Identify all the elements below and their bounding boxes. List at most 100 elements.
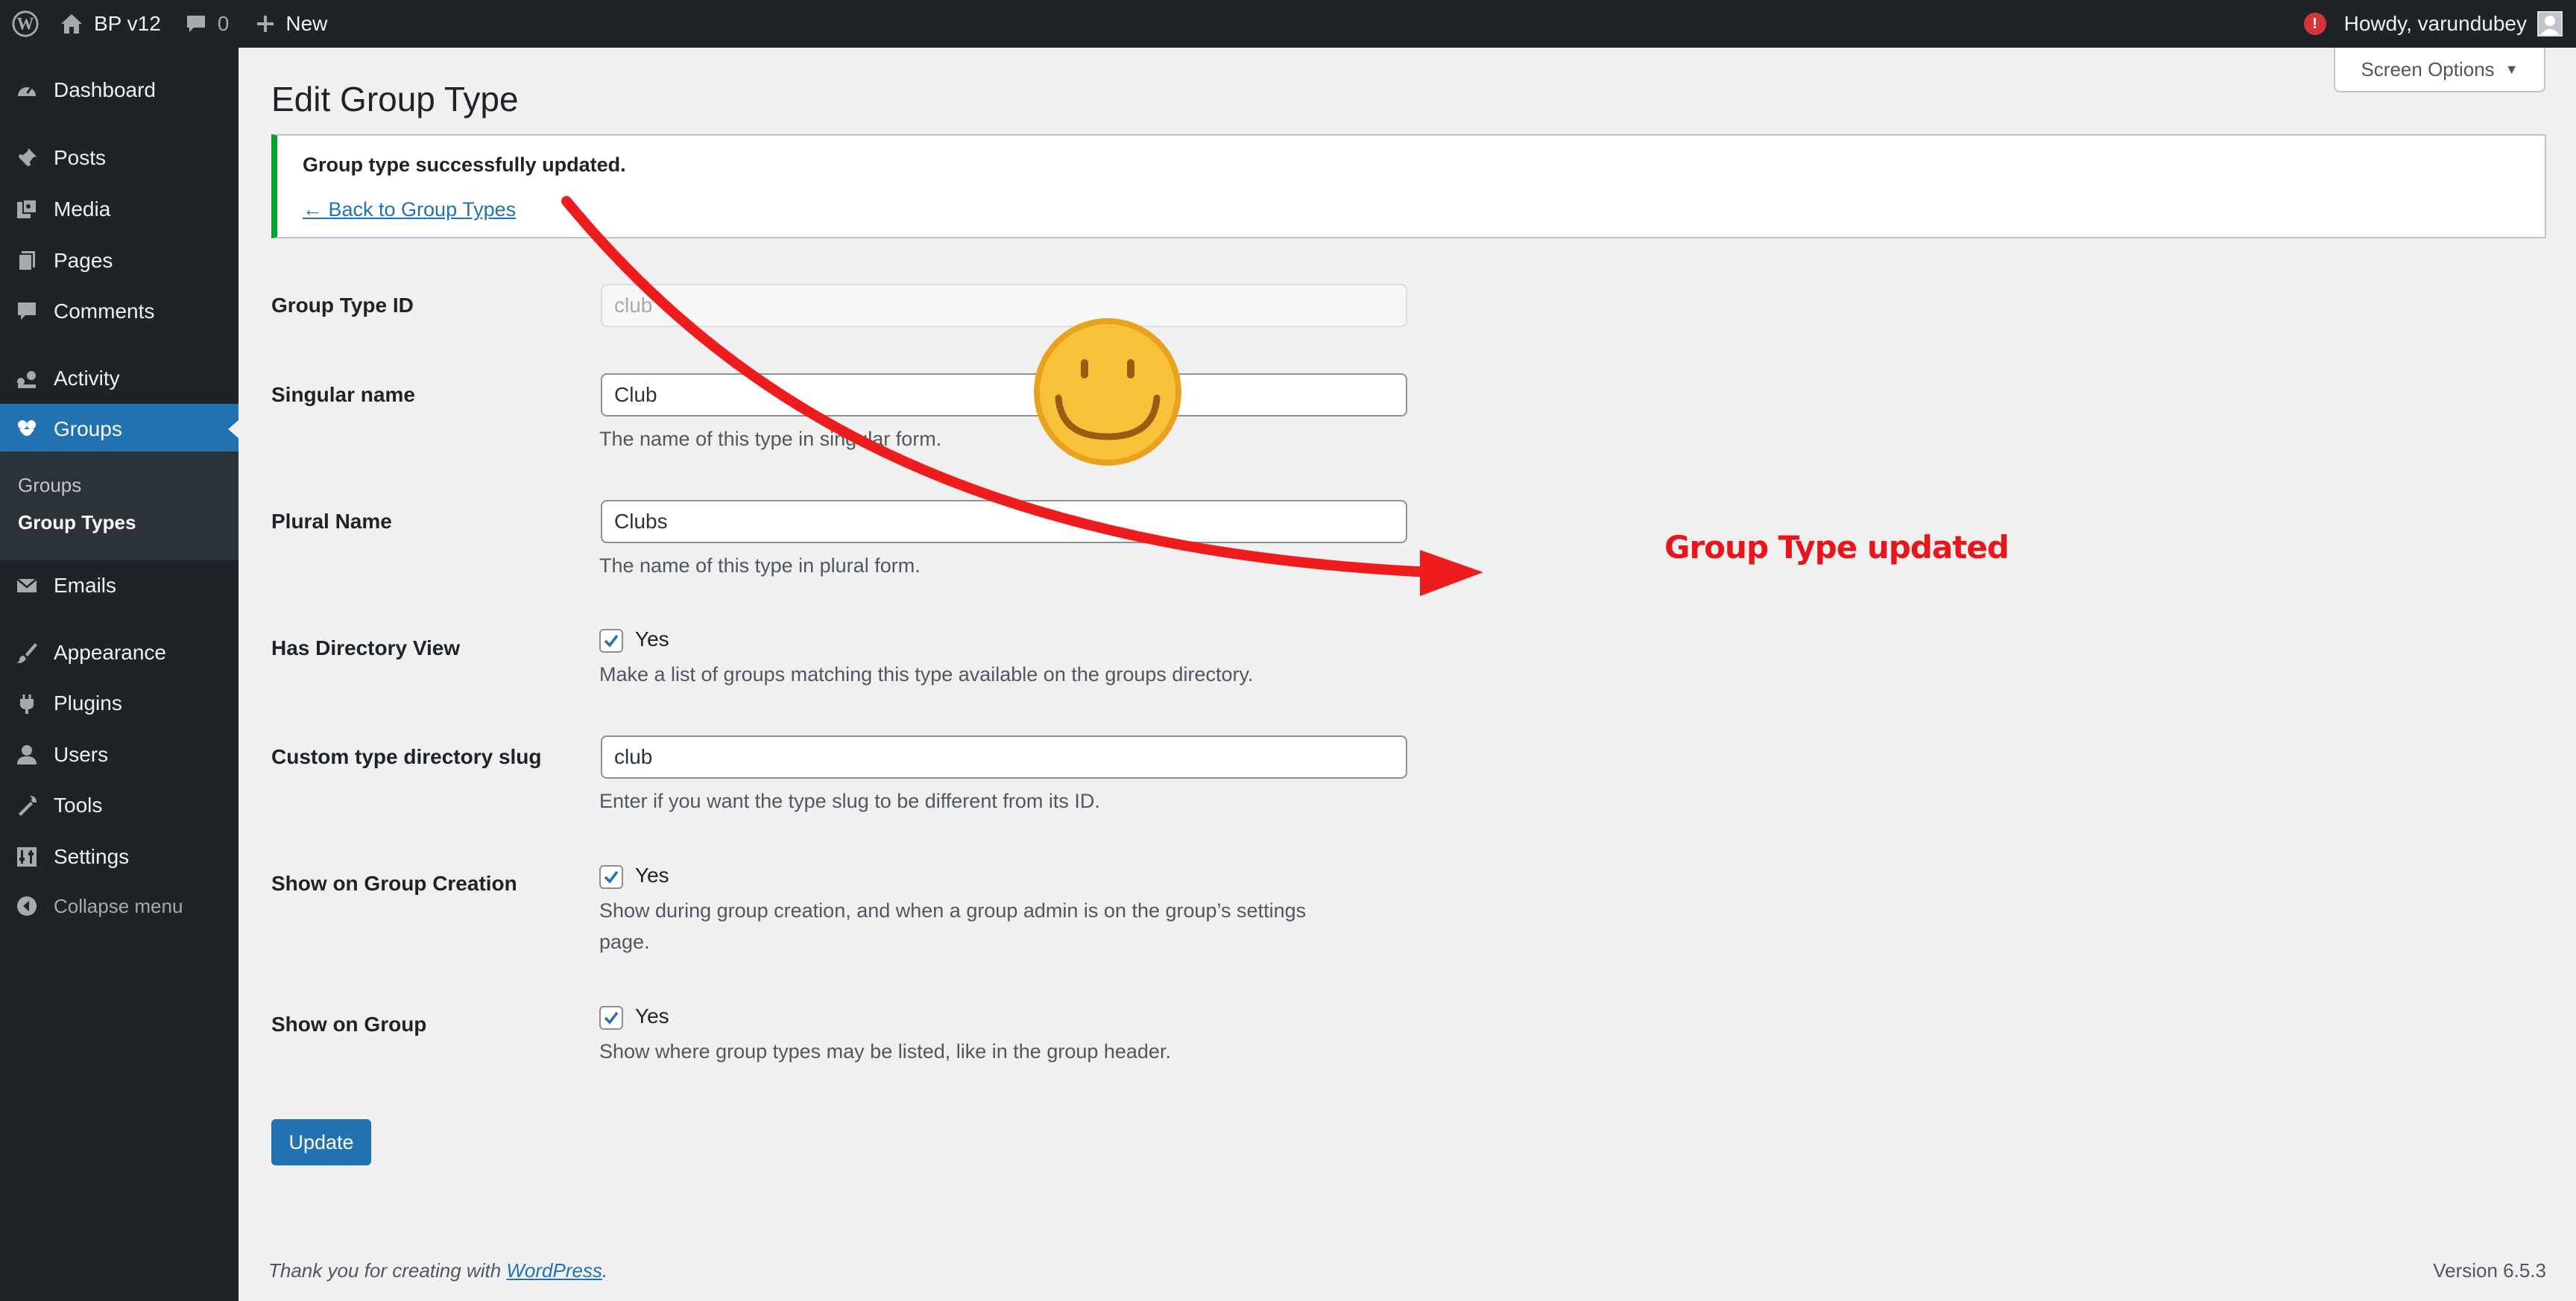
directory-slug-label: Custom type directory slug: [271, 745, 542, 768]
groups-submenu: Groups Group Types: [0, 452, 239, 560]
admin-sidebar: Dashboard Posts Media Pages Comments Act…: [0, 48, 239, 1301]
checkmark-icon: [604, 1011, 619, 1025]
smiley-face-icon: [1034, 318, 1181, 466]
group-type-id-label: Group Type ID: [271, 294, 414, 317]
checkmark-icon: [604, 634, 619, 648]
caret-down-icon: ▼: [2504, 61, 2519, 77]
menu-item-tools[interactable]: Tools: [0, 780, 239, 831]
wordpress-logo-menu[interactable]: W: [0, 0, 51, 48]
directory-slug-description: Enter if you want the type slug to be di…: [599, 790, 1100, 812]
menu-label: Tools: [54, 794, 103, 817]
groups-icon: [13, 416, 40, 443]
footer-version: Version 6.5.3: [2433, 1259, 2546, 1282]
comment-bubble-icon: [185, 13, 207, 34]
new-content-menu[interactable]: New: [256, 0, 327, 48]
submenu-item-groups[interactable]: Groups: [18, 474, 81, 497]
plural-name-description: The name of this type in plural form.: [599, 554, 921, 577]
show-on-group-yes-label[interactable]: Yes: [635, 1004, 669, 1028]
user-icon: [13, 741, 40, 768]
settings-icon: [13, 843, 40, 870]
show-on-group-checkbox[interactable]: [599, 1006, 623, 1030]
menu-item-groups[interactable]: Groups: [0, 404, 239, 455]
notice-message: Group type successfully updated.: [303, 153, 626, 176]
wordpress-link[interactable]: WordPress: [506, 1259, 602, 1282]
show-on-creation-description-line2: page.: [599, 931, 650, 953]
screen-options-button[interactable]: Screen Options ▼: [2334, 48, 2545, 92]
menu-label: Posts: [54, 146, 107, 169]
footer-thanks-prefix: Thank you for creating with: [268, 1259, 507, 1282]
singular-name-field[interactable]: [601, 373, 1407, 417]
paintbrush-icon: [13, 639, 40, 666]
page-title: Edit Group Type: [271, 80, 519, 118]
plural-name-label: Plural Name: [271, 510, 392, 533]
update-button[interactable]: Update: [271, 1119, 371, 1165]
has-directory-view-description: Make a list of groups matching this type…: [599, 663, 1254, 686]
menu-item-plugins[interactable]: Plugins: [0, 678, 239, 729]
menu-item-settings[interactable]: Settings: [0, 832, 239, 882]
menu-item-posts[interactable]: Posts: [0, 133, 239, 183]
singular-name-description: The name of this type in singular form.: [599, 428, 942, 450]
singular-name-label: Singular name: [271, 383, 415, 406]
menu-label: Users: [54, 743, 109, 766]
checkmark-icon: [604, 870, 619, 884]
menu-label: Groups: [54, 417, 122, 440]
show-on-creation-checkbox[interactable]: [599, 865, 623, 889]
menu-item-users[interactable]: Users: [0, 729, 239, 780]
new-label: New: [285, 12, 328, 35]
menu-label: Comments: [54, 300, 155, 323]
activity-icon: [13, 365, 40, 392]
menu-item-dashboard[interactable]: Dashboard: [0, 65, 239, 115]
show-on-creation-description-line1: Show during group creation, and when a g…: [599, 899, 1307, 922]
menu-item-appearance[interactable]: Appearance: [0, 627, 239, 678]
menu-label: Appearance: [54, 641, 167, 664]
directory-slug-field[interactable]: [601, 735, 1407, 779]
show-on-creation-label: Show on Group Creation: [271, 872, 517, 895]
menu-item-media[interactable]: Media: [0, 184, 239, 235]
comments-menu[interactable]: 0: [185, 0, 230, 48]
has-directory-view-yes-label[interactable]: Yes: [635, 627, 669, 651]
pushpin-icon: [13, 145, 40, 171]
menu-item-emails[interactable]: Emails: [0, 560, 239, 611]
comment-icon: [13, 298, 40, 325]
menu-label: Plugins: [54, 691, 122, 715]
menu-label: Emails: [54, 574, 117, 597]
wrench-icon: [13, 792, 40, 819]
has-directory-view-checkbox[interactable]: [599, 629, 623, 653]
plugin-icon: [13, 690, 40, 717]
collapse-menu-button[interactable]: Collapse menu: [0, 881, 239, 931]
wordpress-logo-icon: W: [11, 10, 40, 38]
plural-name-field[interactable]: [601, 500, 1407, 543]
home-icon: [60, 13, 83, 35]
group-type-id-field: [601, 284, 1407, 327]
menu-label: Pages: [54, 249, 113, 272]
footer-thanks-suffix: .: [602, 1259, 608, 1282]
show-on-group-label: Show on Group: [271, 1013, 427, 1036]
annotation-label: Group Type updated: [1664, 529, 2010, 566]
svg-text:W: W: [17, 15, 34, 34]
alert-icon[interactable]: !: [2303, 13, 2326, 35]
success-notice: Group type successfully updated. ← Back …: [271, 134, 2546, 238]
comment-count: 0: [217, 12, 230, 35]
menu-item-pages[interactable]: Pages: [0, 235, 239, 286]
screen-options-label: Screen Options: [2361, 57, 2495, 80]
pages-icon: [13, 247, 40, 274]
show-on-group-description: Show where group types may be listed, li…: [599, 1040, 1171, 1063]
avatar[interactable]: [2537, 11, 2563, 37]
dashboard-icon: [13, 77, 40, 104]
menu-label: Settings: [54, 845, 130, 868]
media-icon: [13, 196, 40, 223]
admin-bar: W BP v12 0 New ! Howdy, varundubey: [0, 0, 2576, 48]
my-account-menu[interactable]: Howdy, varundubey: [2344, 12, 2527, 36]
back-to-group-types-link[interactable]: ← Back to Group Types: [303, 198, 516, 221]
menu-item-comments[interactable]: Comments: [0, 286, 239, 337]
menu-label: Media: [54, 197, 111, 221]
show-on-creation-yes-label[interactable]: Yes: [635, 864, 669, 887]
collapse-arrow-icon: [13, 893, 40, 919]
collapse-label: Collapse menu: [54, 894, 183, 917]
has-directory-view-label: Has Directory View: [271, 636, 461, 659]
footer-thanks: Thank you for creating with WordPress.: [268, 1259, 607, 1282]
site-name-menu[interactable]: BP v12: [60, 0, 161, 48]
menu-item-activity[interactable]: Activity: [0, 353, 239, 404]
admin-bar-secondary: ! Howdy, varundubey: [2303, 0, 2563, 48]
submenu-item-group-types[interactable]: Group Types: [18, 511, 136, 534]
